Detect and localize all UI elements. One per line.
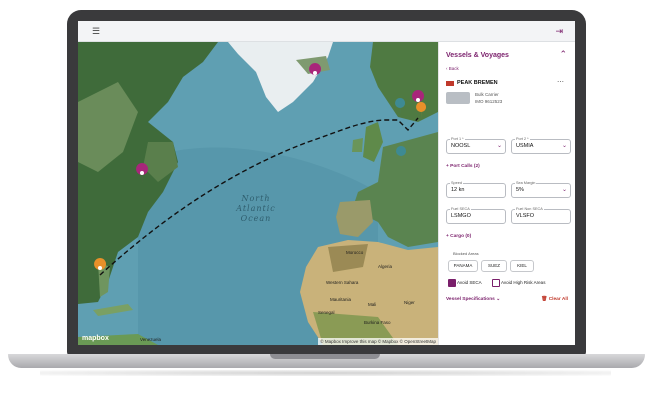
place-mali: Mali <box>368 302 377 307</box>
place-algeria: Algeria <box>378 264 393 269</box>
fuel-seca-value: LSMGO <box>451 213 471 219</box>
place-niger: Niger <box>404 300 415 305</box>
logout-icon[interactable]: ⇥ <box>555 21 563 41</box>
vessel-specs-label: Vessel Specifications <box>446 297 495 302</box>
port2-label: Port 2 * <box>515 137 530 141</box>
avoid-seca-label: Avoid SECA <box>457 280 482 285</box>
avoid-high-risk-label: Avoid High Risk Areas <box>501 280 546 285</box>
map-view[interactable]: North Atlantic Ocean Algeria Morocco Wes… <box>78 42 438 345</box>
map-attribution[interactable]: © Mapbox Improve this map © Mapbox © Ope… <box>318 338 438 345</box>
speed-field[interactable]: Speed 12 kn <box>446 181 506 198</box>
clear-all-label: Clear All <box>548 297 568 302</box>
blocked-areas-label: Blocked Areas <box>453 251 479 256</box>
chevron-down-icon: ⌄ <box>561 143 567 149</box>
place-western-sahara: Western Sahara <box>326 280 359 285</box>
flag-icon <box>446 81 454 86</box>
place-venezuela: Venezuela <box>140 337 162 342</box>
chip-suez[interactable]: SUEZ <box>481 260 507 272</box>
avoid-seca-checkbox[interactable] <box>448 279 456 287</box>
sea-margin-label: Sea Margin <box>515 181 537 185</box>
collapse-chevron-icon[interactable]: ⌃ <box>559 49 567 60</box>
clear-all-button[interactable]: 🗑 Clear All <box>541 297 568 302</box>
app-bar: ☰ ⇥ <box>78 21 575 42</box>
place-burkina-faso: Burkina Faso <box>364 320 391 325</box>
speed-value: 12 kn <box>451 187 465 193</box>
vessel-name: PEAK BREMEN <box>457 80 498 86</box>
mapbox-logo: mapbox <box>82 335 109 342</box>
laptop-shadow <box>40 370 611 376</box>
vessels-panel: Vessels & Voyages ⌃ ‹ Back PEAK BREMEN ⋯… <box>438 42 575 345</box>
menu-icon[interactable]: ☰ <box>92 21 100 41</box>
speed-label: Speed <box>450 181 463 185</box>
panel-title: Vessels & Voyages <box>446 52 509 59</box>
port1-label: Port 1 * <box>450 137 465 141</box>
sea-margin-value: 5% <box>516 187 524 193</box>
port-calls-toggle[interactable]: + Port Calls (2) <box>446 164 480 169</box>
sea-margin-select[interactable]: Sea Margin 5% ⌄ <box>511 181 571 198</box>
place-senegal: Senegal <box>318 310 335 315</box>
place-morocco: Morocco <box>346 250 364 255</box>
fuel-seca-label: Fuel SECA <box>450 207 471 211</box>
vessel-imo: IMO 9612523 <box>475 99 503 104</box>
port2-select[interactable]: Port 2 * USMIA ⌄ <box>511 137 571 154</box>
fuel-non-seca-value: VLSFO <box>516 213 535 219</box>
port2-value: USMIA <box>516 143 534 149</box>
chevron-down-icon: ⌄ <box>561 187 567 193</box>
cargo-toggle[interactable]: + Cargo (0) <box>446 234 471 239</box>
app-screen: ☰ ⇥ North Atlantic Ocean Algeria Morocco… <box>78 21 575 345</box>
vessel-thumbnail <box>446 92 470 104</box>
chip-panama[interactable]: PANAMA <box>448 260 478 272</box>
port1-value: NOOSL <box>451 143 471 149</box>
fuel-non-seca-label: Fuel Non SECA <box>515 207 544 211</box>
vessel-type: Bulk Carrier <box>475 92 499 97</box>
ocean-label: North Atlantic Ocean <box>236 194 276 223</box>
more-icon[interactable]: ⋯ <box>557 78 564 86</box>
back-label: Back <box>448 66 459 71</box>
avoid-high-risk-checkbox[interactable] <box>492 279 500 287</box>
place-mauritania: Mauritania <box>330 297 352 302</box>
fuel-non-seca-field[interactable]: Fuel Non SECA VLSFO <box>511 207 571 224</box>
port-calls-label: Port Calls (2) <box>450 164 480 169</box>
back-link[interactable]: ‹ Back <box>446 66 459 71</box>
fuel-seca-field[interactable]: Fuel SECA LSMGO <box>446 207 506 224</box>
vessel-specs-toggle[interactable]: Vessel Specifications ⌄ <box>446 297 500 302</box>
chevron-down-icon: ⌄ <box>496 143 502 149</box>
port1-select[interactable]: Port 1 * NOOSL ⌄ <box>446 137 506 154</box>
cargo-label: Cargo (0) <box>450 234 472 239</box>
laptop-notch <box>270 354 380 359</box>
chip-kiel[interactable]: KIEL <box>510 260 534 272</box>
